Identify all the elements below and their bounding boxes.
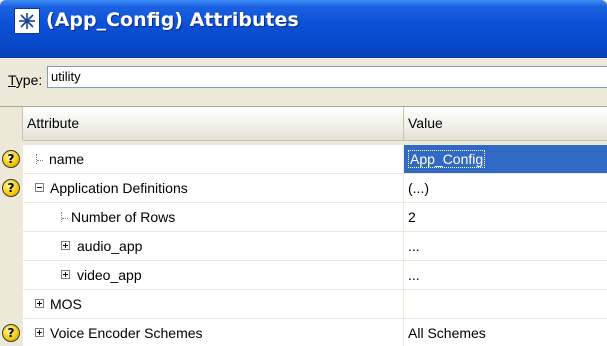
attribute-cell[interactable]: video_app bbox=[23, 261, 404, 290]
attribute-cell[interactable]: MOS bbox=[23, 290, 404, 319]
attribute-row-voice-encoder-schemes[interactable]: ? Voice Encoder Schemes All Schemes bbox=[0, 319, 607, 346]
value-cell[interactable]: App_Config bbox=[404, 145, 607, 174]
value-cell[interactable]: (...) bbox=[404, 174, 607, 203]
attribute-name: MOS bbox=[50, 296, 82, 312]
type-label: Type: bbox=[8, 72, 43, 88]
attribute-name: video_app bbox=[77, 267, 142, 283]
opnet-star-icon[interactable] bbox=[14, 8, 40, 34]
value-cell[interactable]: 2 bbox=[404, 203, 607, 232]
tree-line bbox=[36, 154, 45, 164]
expand-icon[interactable] bbox=[61, 241, 70, 250]
attribute-row-audio-app[interactable]: audio_app ... bbox=[0, 232, 607, 261]
title-bar[interactable]: (App_Config) Attributes bbox=[0, 0, 607, 58]
grid-header: Attribute Value bbox=[23, 107, 607, 141]
attribute-cell[interactable]: Voice Encoder Schemes bbox=[23, 319, 404, 346]
attribute-cell[interactable]: audio_app bbox=[23, 232, 404, 261]
attribute-cell[interactable]: Number of Rows bbox=[23, 203, 404, 232]
grid-header-gutter bbox=[0, 107, 23, 140]
attribute-name: Number of Rows bbox=[71, 209, 176, 225]
help-icon[interactable]: ? bbox=[2, 324, 20, 342]
attribute-name: name bbox=[49, 151, 85, 167]
help-icon[interactable]: ? bbox=[2, 150, 20, 168]
attribute-name: Voice Encoder Schemes bbox=[50, 325, 203, 341]
expand-icon[interactable] bbox=[35, 328, 44, 337]
attribute-value[interactable]: App_Config bbox=[408, 150, 486, 168]
tree-line bbox=[61, 212, 70, 222]
value-cell[interactable] bbox=[404, 290, 607, 319]
column-header-attribute[interactable]: Attribute bbox=[23, 107, 404, 140]
attributes-grid: Attribute Value ? name App_Config ? Appl… bbox=[0, 106, 607, 346]
type-field[interactable]: utility bbox=[47, 66, 607, 88]
attribute-name: audio_app bbox=[77, 238, 143, 254]
column-header-value[interactable]: Value bbox=[404, 107, 607, 140]
expand-icon[interactable] bbox=[61, 270, 70, 279]
collapse-icon[interactable] bbox=[35, 183, 44, 192]
value-cell[interactable]: All Schemes bbox=[404, 319, 607, 346]
type-row: Type: utility bbox=[0, 58, 607, 98]
attribute-row-number-of-rows[interactable]: Number of Rows 2 bbox=[0, 203, 607, 232]
expand-icon[interactable] bbox=[35, 299, 44, 308]
attributes-dialog: (App_Config) Attributes Type: utility At… bbox=[0, 0, 607, 346]
value-cell[interactable]: ... bbox=[404, 232, 607, 261]
attribute-row-application-definitions[interactable]: ? Application Definitions (...) bbox=[0, 174, 607, 203]
attribute-cell[interactable]: name bbox=[23, 145, 404, 174]
help-icon[interactable]: ? bbox=[2, 179, 20, 197]
attribute-name: Application Definitions bbox=[50, 180, 188, 196]
window-title: (App_Config) Attributes bbox=[46, 9, 299, 31]
value-cell[interactable]: ... bbox=[404, 261, 607, 290]
attribute-row-mos[interactable]: MOS bbox=[0, 290, 607, 319]
attribute-row-video-app[interactable]: video_app ... bbox=[0, 261, 607, 290]
attribute-cell[interactable]: Application Definitions bbox=[23, 174, 404, 203]
attribute-row-name[interactable]: ? name App_Config bbox=[0, 145, 607, 174]
